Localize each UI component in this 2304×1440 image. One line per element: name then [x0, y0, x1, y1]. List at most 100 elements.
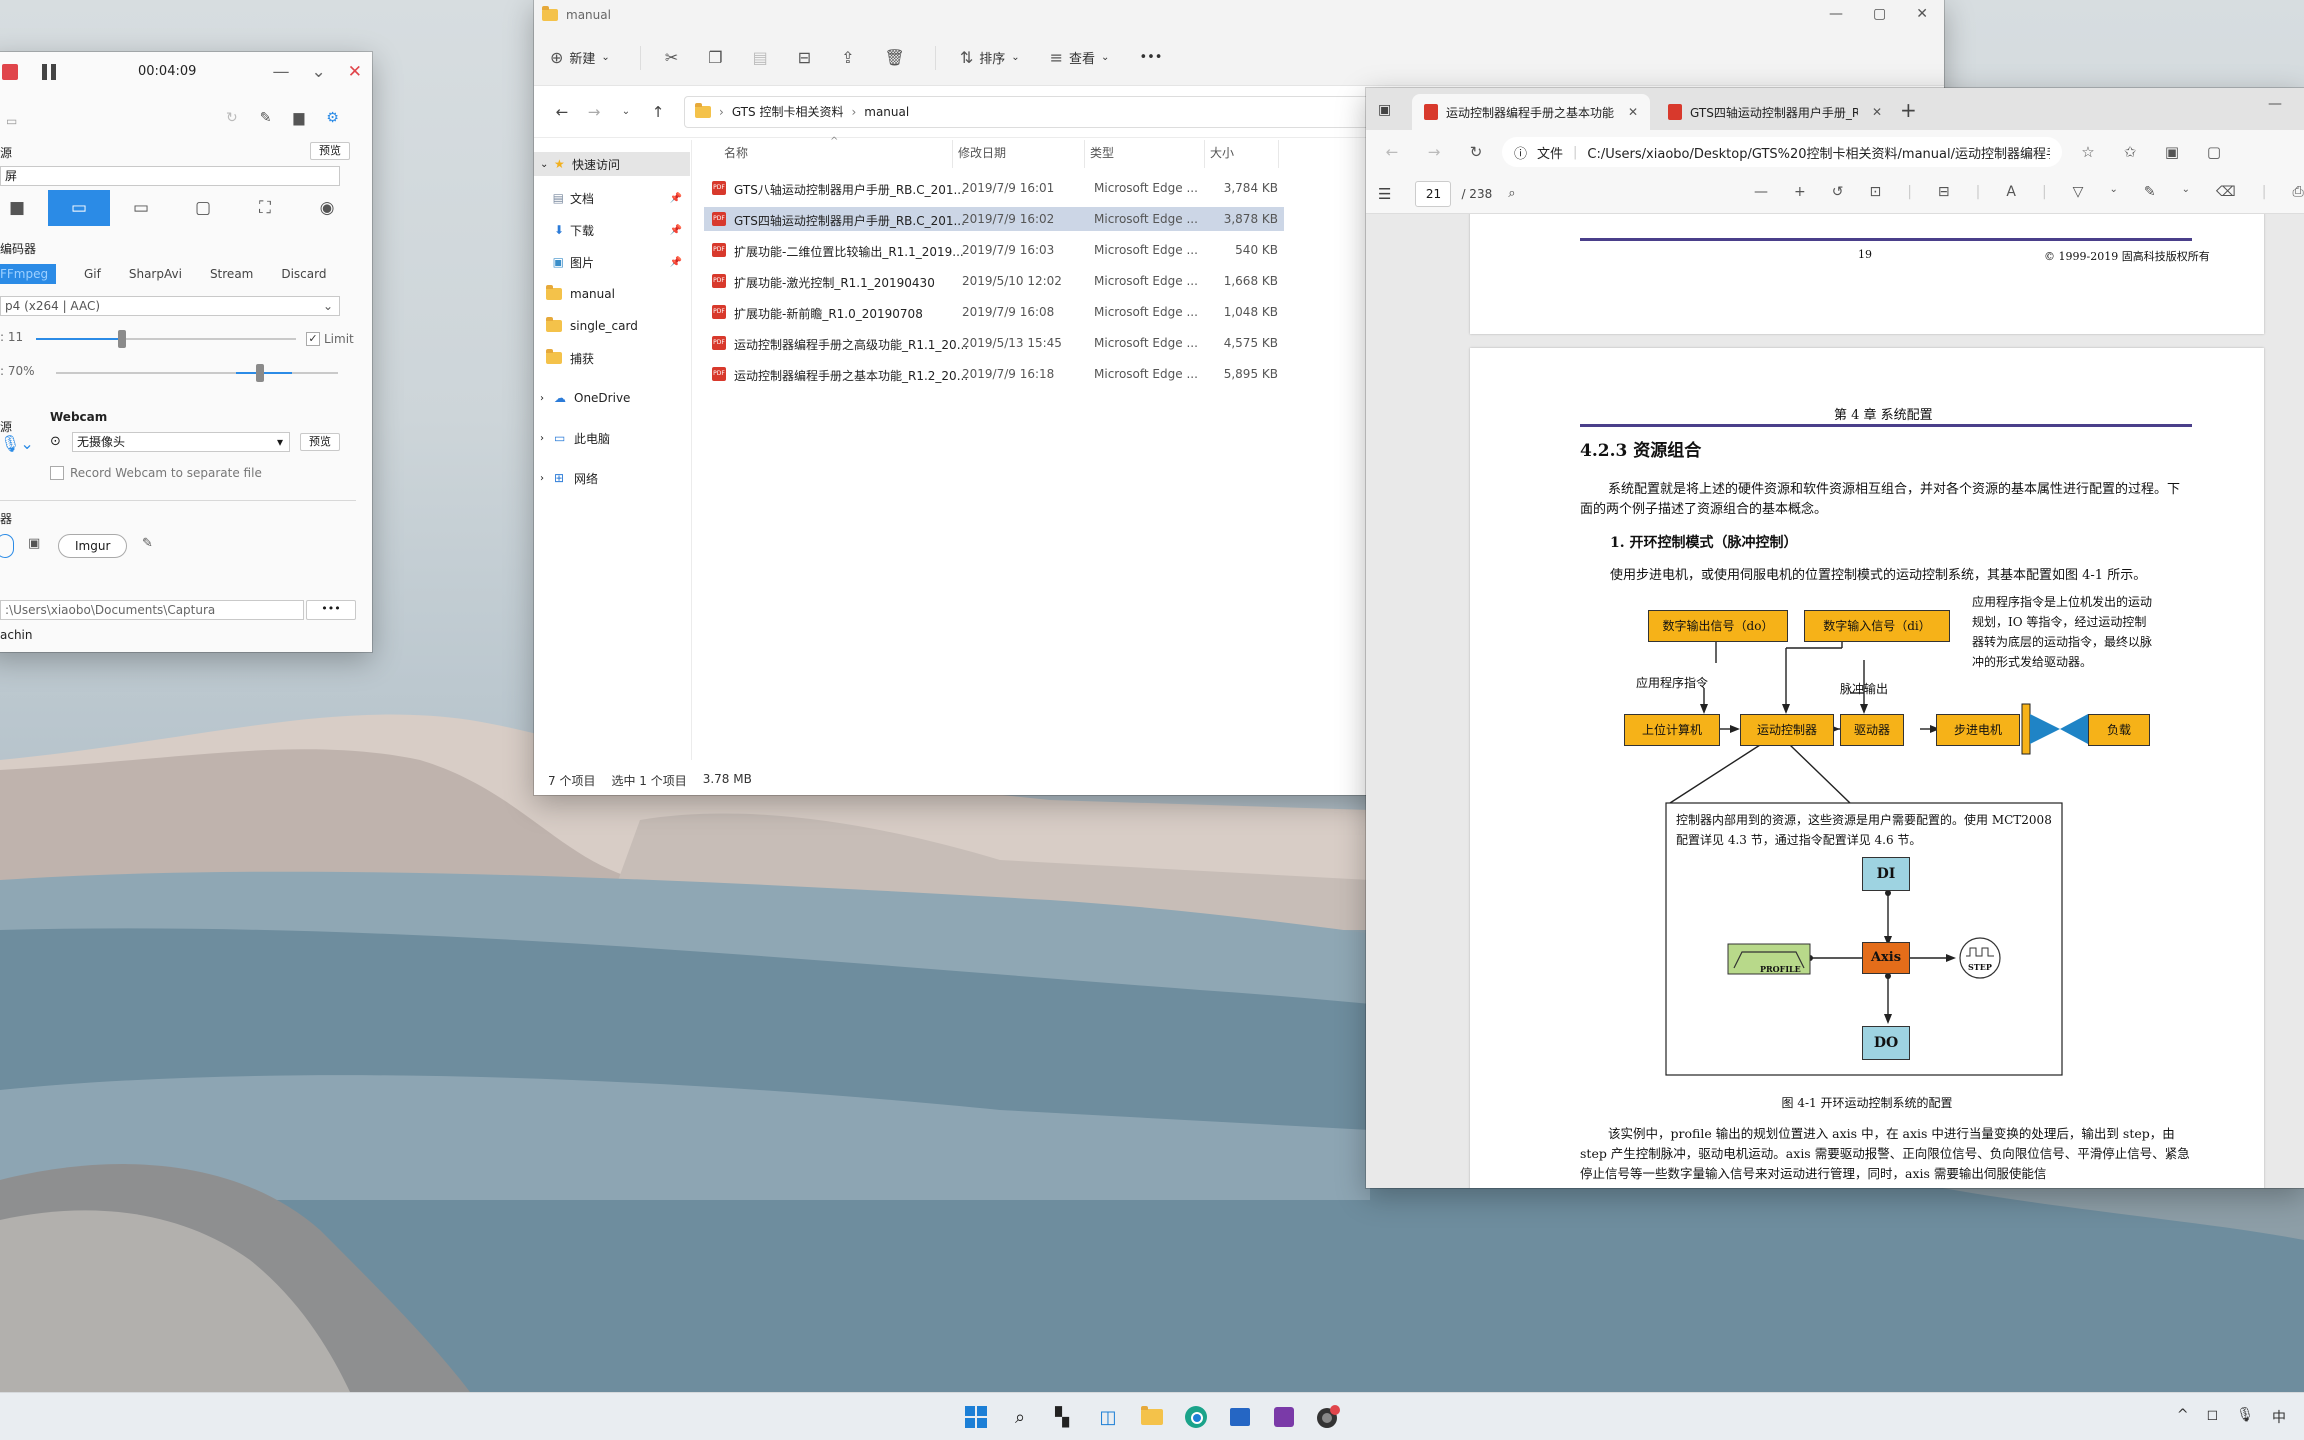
maximize-icon[interactable]: ▢: [1873, 6, 1886, 22]
page-view-icon[interactable]: ⊟: [1938, 184, 1950, 200]
column-size[interactable]: 大小: [1210, 144, 1234, 161]
column-type[interactable]: 类型: [1090, 144, 1114, 161]
record-webcam-checkbox[interactable]: [50, 466, 64, 480]
settings-icon[interactable]: ⚙: [326, 110, 339, 126]
search-icon[interactable]: ⌕: [1006, 1403, 1034, 1431]
tab-active[interactable]: 运动控制器编程手册之基本功能 ✕: [1412, 94, 1650, 130]
pen-icon[interactable]: ✎: [260, 110, 272, 126]
breadcrumb[interactable]: › GTS 控制卡相关资料 › manual: [684, 95, 1384, 128]
url-bar[interactable]: ⓘ 文件 | C:/Users/xiaobo/Desktop/GTS%20控制卡…: [1502, 137, 2062, 167]
nav-manual[interactable]: manual: [534, 282, 690, 306]
close-icon[interactable]: ✕: [1916, 6, 1928, 22]
nav-single-card[interactable]: single_card: [534, 314, 690, 338]
task-view-icon[interactable]: ▚: [1048, 1403, 1076, 1431]
recent-icon[interactable]: ⌄: [610, 106, 642, 117]
close-icon[interactable]: ✕: [348, 62, 362, 82]
screenshot-icon[interactable]: ▭: [6, 114, 17, 128]
captura-icon[interactable]: [1314, 1403, 1342, 1431]
refresh-icon[interactable]: ↻: [1460, 143, 1492, 161]
nav-downloads[interactable]: ⬇ 下载 📌: [534, 218, 690, 242]
search-icon[interactable]: ⌕: [1508, 186, 1515, 201]
screenshot-icon[interactable]: ▢: [2198, 143, 2230, 161]
share-button[interactable]: ⇪: [841, 48, 854, 67]
screen-source-icon[interactable]: ▭: [48, 190, 110, 226]
rename-button[interactable]: ⊟: [798, 48, 811, 67]
network-icon[interactable]: ◻: [2207, 1407, 2219, 1427]
refresh-icon[interactable]: ↻: [226, 110, 238, 126]
tab-discard[interactable]: Discard: [267, 264, 340, 284]
back-icon[interactable]: ←: [1376, 143, 1408, 161]
file-row[interactable]: PDF GTS八轴运动控制器用户手册_RB.C_201... 2019/7/9 16…: [704, 176, 1284, 200]
webcam-select[interactable]: 无摄像头 ▾: [72, 432, 290, 452]
column-name[interactable]: 名称: [724, 144, 748, 161]
file-row[interactable]: PDF 运动控制器编程手册之高级功能_R1.1_20... 2019/5/13 15…: [704, 331, 1284, 355]
minimize-icon[interactable]: —: [2268, 96, 2282, 112]
tab-actions-icon[interactable]: ▣: [1378, 102, 1391, 118]
sort-button[interactable]: ⇅ 排序 ⌄: [960, 48, 1020, 67]
screen-select[interactable]: 屏: [0, 166, 340, 186]
edit-icon[interactable]: ✎: [142, 536, 153, 551]
browse-button[interactable]: •••: [306, 600, 356, 620]
file-row[interactable]: PDF 扩展功能-激光控制_R1.1_20190430 2019/5/10 12:0…: [704, 269, 1284, 293]
limit-checkbox[interactable]: ✓: [306, 332, 320, 346]
tray-overflow-icon[interactable]: ^: [2177, 1407, 2189, 1427]
chevron-down-icon[interactable]: ⌄: [2182, 184, 2190, 200]
microphone-icon[interactable]: 🎙: [2236, 1407, 2254, 1427]
nav-documents[interactable]: ▤ 文档 📌: [534, 186, 690, 210]
favorites-icon[interactable]: ✩: [2114, 143, 2146, 161]
paste-button[interactable]: ▤: [753, 48, 768, 67]
folder-icon[interactable]: ▆: [293, 110, 304, 126]
clipboard-toggle[interactable]: [0, 534, 14, 558]
pause-button[interactable]: [42, 64, 56, 80]
new-tab-icon[interactable]: +: [1900, 98, 1917, 122]
region-source-icon[interactable]: ◉: [296, 190, 358, 226]
window-source-icon[interactable]: ▢: [172, 190, 234, 226]
webcam-preview-button[interactable]: 预览: [300, 433, 340, 451]
rotate-icon[interactable]: ↺: [1832, 184, 1844, 200]
read-aloud-icon[interactable]: A: [2006, 184, 2016, 200]
quality-slider[interactable]: [56, 364, 338, 382]
copy-button[interactable]: ❐: [708, 48, 722, 67]
nav-quick-access[interactable]: ⌄ ★ 快速访问: [534, 152, 690, 176]
webcam-source-icon[interactable]: ■: [0, 190, 48, 226]
new-button[interactable]: ⊕ 新建 ⌄: [550, 48, 610, 67]
file-row[interactable]: PDF 扩展功能-新前瞻_R1.0_20190708 2019/7/9 16:08 M…: [704, 300, 1284, 324]
close-tab-icon[interactable]: ✕: [1628, 105, 1638, 119]
favorite-add-icon[interactable]: ☆: [2072, 143, 2104, 161]
chevron-down-icon[interactable]: ⌄: [2109, 184, 2117, 200]
file-row[interactable]: PDF 扩展功能-二维位置比较输出_R1.1_2019... 2019/7/9 16…: [704, 238, 1284, 262]
collections-icon[interactable]: ▣: [2156, 143, 2188, 161]
cut-button[interactable]: ✂: [665, 48, 678, 67]
store-icon[interactable]: [1226, 1403, 1254, 1431]
widgets-icon[interactable]: ◫: [1094, 1403, 1122, 1431]
codec-select[interactable]: p4 (x264 | AAC) ⌄: [0, 296, 340, 316]
tab-inactive[interactable]: GTS四轴运动控制器用户手册_RB ✕: [1656, 94, 1894, 130]
zoom-out-icon[interactable]: —: [1754, 184, 1768, 200]
forward-icon[interactable]: →: [1418, 143, 1450, 161]
output-path-input[interactable]: :\Users\xiaobo\Documents\Captura: [0, 600, 304, 620]
back-icon[interactable]: ←: [546, 103, 578, 121]
windows-start-icon[interactable]: [962, 1403, 990, 1431]
edge-icon[interactable]: [1182, 1403, 1210, 1431]
nav-this-pc[interactable]: › ▭ 此电脑: [534, 426, 690, 450]
breadcrumb-item[interactable]: manual: [864, 105, 909, 119]
more-button[interactable]: •••: [1139, 50, 1162, 65]
column-date[interactable]: 修改日期: [958, 144, 1006, 161]
microphone-icon[interactable]: 🎙⌄: [0, 434, 34, 453]
highlight-icon[interactable]: ▽: [2073, 184, 2084, 200]
zoom-in-icon[interactable]: +: [1794, 184, 1806, 200]
clipboard-icon[interactable]: ▣: [28, 536, 40, 551]
minimize-icon[interactable]: —: [1829, 6, 1843, 22]
tab-stream[interactable]: Stream: [196, 264, 267, 284]
page-number-input[interactable]: 21: [1415, 180, 1452, 207]
tab-gif[interactable]: Gif: [70, 264, 115, 284]
tab-ffmpeg[interactable]: FFmpeg: [0, 264, 56, 284]
view-button[interactable]: ≡ 查看 ⌄: [1050, 48, 1110, 67]
input-method-indicator[interactable]: 中: [2272, 1407, 2286, 1427]
fps-slider[interactable]: [36, 330, 296, 348]
eraser-icon[interactable]: ⌫: [2216, 184, 2236, 200]
nav-onedrive[interactable]: › ☁ OneDrive: [534, 386, 690, 410]
forward-icon[interactable]: →: [578, 103, 610, 121]
close-tab-icon[interactable]: ✕: [1872, 105, 1882, 119]
monitor-source-icon[interactable]: ▭: [110, 190, 172, 226]
